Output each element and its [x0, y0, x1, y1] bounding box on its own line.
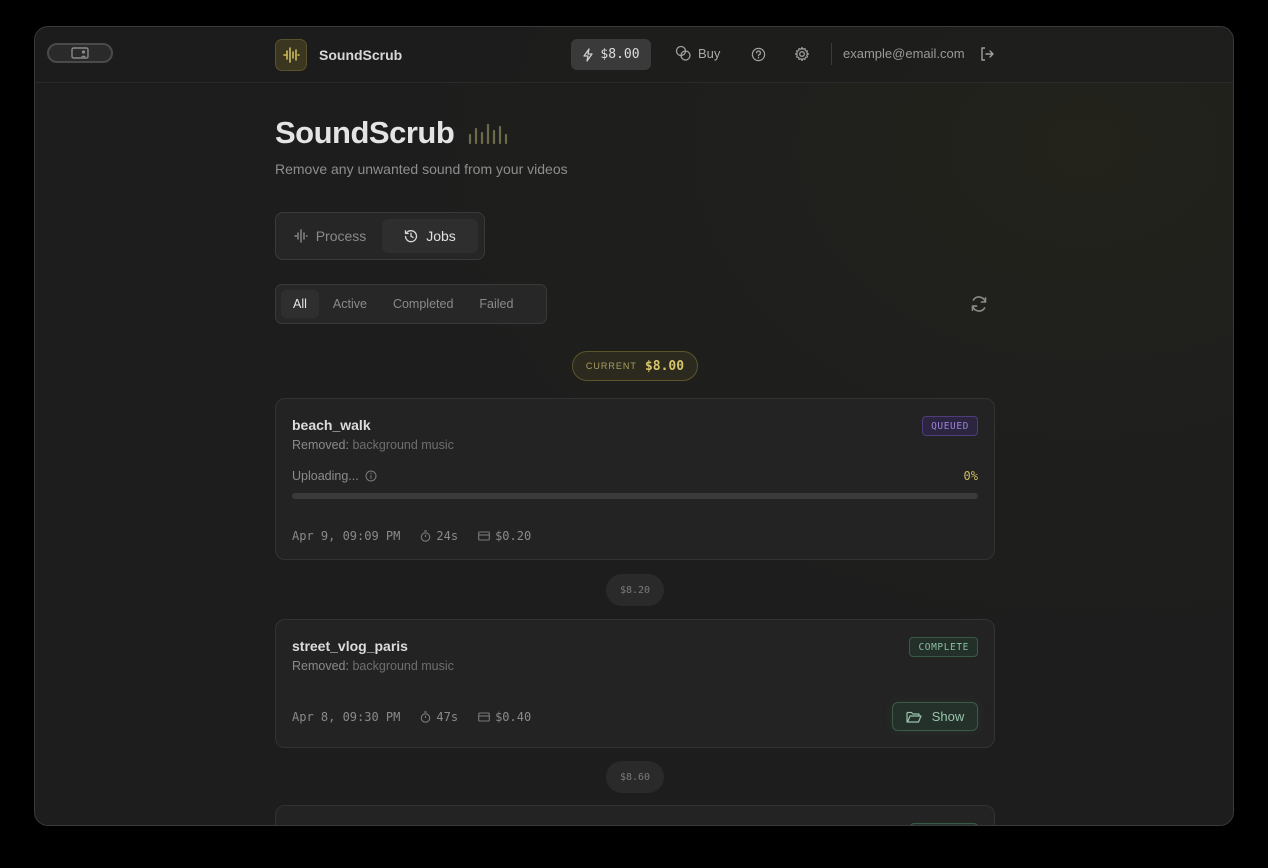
job-meta: Apr 9, 09:09 PM 24s $0.20: [292, 529, 531, 543]
progress-percent: 0%: [963, 469, 978, 483]
page-title: SoundScrub: [275, 115, 455, 150]
waveform-icon: [294, 229, 308, 243]
equalizer-icon: [469, 123, 508, 145]
soundwave-logo-icon: [275, 39, 307, 71]
balance-marker: $8.60: [606, 761, 664, 793]
filter-failed[interactable]: Failed: [467, 290, 525, 318]
job-removed: Removed: background music: [292, 659, 454, 673]
card-icon: [478, 531, 490, 541]
job-cost-value: $0.40: [495, 710, 532, 724]
window-control-pill[interactable]: [47, 43, 113, 63]
header-divider: [831, 43, 832, 65]
job-removed-target: background music: [352, 438, 454, 452]
hero-title: SoundScrub: [275, 115, 510, 151]
info-icon[interactable]: [365, 470, 377, 482]
app-window: SoundScrub $8.00 Buy example@email.com S…: [34, 26, 1234, 826]
job-name: beach_walk: [292, 417, 371, 433]
job-duration-value: 24s: [436, 529, 459, 543]
job-removed-target: background music: [352, 659, 454, 673]
show-in-folder-button[interactable]: Show: [892, 702, 978, 731]
job-card[interactable]: beach_walk Removed: background music QUE…: [275, 398, 995, 560]
show-label: Show: [931, 709, 965, 724]
logout-button[interactable]: [978, 45, 996, 63]
progress-bar: [292, 493, 978, 499]
tab-process-label: Process: [315, 228, 367, 244]
credit-balance-value: $8.00: [600, 47, 640, 62]
job-card[interactable]: [275, 805, 995, 825]
filter-completed[interactable]: Completed: [381, 290, 465, 318]
bolt-icon: [583, 47, 594, 62]
status-badge-partial: [910, 823, 978, 825]
folder-open-icon: [906, 711, 922, 723]
job-duration: 47s: [420, 710, 458, 724]
progress-label-text: Uploading...: [292, 469, 359, 483]
timer-icon: [421, 530, 431, 542]
question-circle-icon: [751, 47, 765, 61]
buy-label: Buy: [698, 45, 721, 61]
job-duration: 24s: [420, 529, 458, 543]
history-icon: [405, 230, 418, 243]
job-filter-bar: All Active Completed Failed: [275, 284, 547, 324]
progress-label: Uploading...: [292, 469, 377, 483]
title-bar: SoundScrub $8.00 Buy example@email.com: [35, 27, 1233, 83]
job-name: street_vlog_paris: [292, 638, 408, 654]
timer-icon: [421, 711, 431, 723]
user-email: example@email.com: [843, 46, 965, 61]
job-cost: $0.20: [478, 529, 531, 543]
tab-process[interactable]: Process: [282, 219, 378, 253]
mode-tabs: Process Jobs: [275, 212, 485, 260]
coins-icon: [675, 45, 691, 61]
brand-name: SoundScrub: [319, 47, 403, 63]
current-balance-chip: CURRENT $8.00: [572, 351, 698, 381]
card-icon: [478, 712, 490, 722]
job-removed: Removed: background music: [292, 438, 454, 452]
job-meta: Apr 8, 09:30 PM 47s $0.40: [292, 710, 531, 724]
credit-balance-button[interactable]: $8.00: [571, 39, 651, 70]
filter-all[interactable]: All: [281, 290, 319, 318]
job-cost-value: $0.20: [495, 529, 532, 543]
help-button[interactable]: [749, 45, 767, 63]
balance-marker: $8.20: [606, 574, 664, 606]
job-date: Apr 9, 09:09 PM: [292, 529, 401, 543]
settings-button[interactable]: [793, 45, 811, 63]
filter-active[interactable]: Active: [321, 290, 379, 318]
job-removed-prefix: Removed:: [292, 438, 349, 452]
current-balance-value: $8.00: [644, 358, 685, 374]
brand[interactable]: SoundScrub: [275, 39, 402, 71]
status-badge: COMPLETE: [909, 637, 978, 657]
user-window-icon: [71, 47, 89, 59]
tab-jobs[interactable]: Jobs: [382, 219, 478, 253]
job-removed-prefix: Removed:: [292, 659, 349, 673]
gear-icon: [794, 46, 810, 62]
job-duration-value: 47s: [436, 710, 459, 724]
status-badge: QUEUED: [922, 416, 978, 436]
tab-jobs-label: Jobs: [426, 228, 456, 244]
job-cost: $0.40: [478, 710, 531, 724]
job-card[interactable]: street_vlog_paris Removed: background mu…: [275, 619, 995, 748]
buy-button[interactable]: Buy: [675, 45, 720, 61]
page-subtitle: Remove any unwanted sound from your vide…: [275, 161, 568, 177]
job-date: Apr 8, 09:30 PM: [292, 710, 401, 724]
refresh-icon[interactable]: [970, 295, 988, 313]
current-balance-label: CURRENT: [585, 361, 637, 371]
logout-icon: [981, 47, 994, 61]
